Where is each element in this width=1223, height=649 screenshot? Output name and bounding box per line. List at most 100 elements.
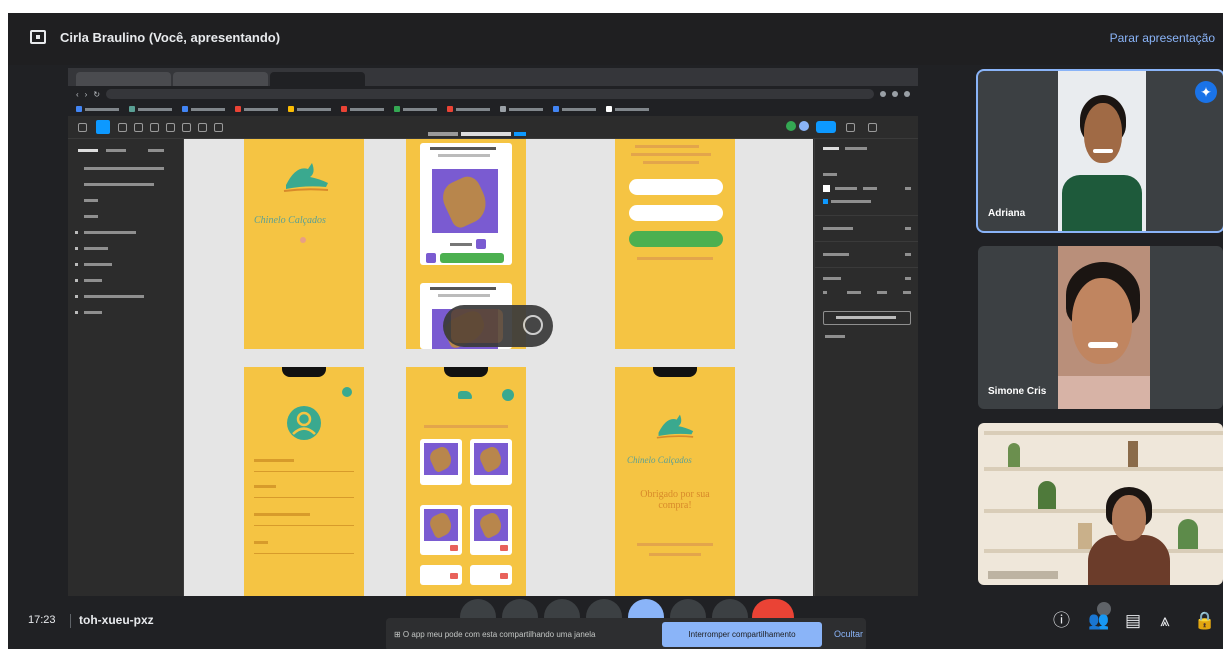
shape-tool-icon[interactable] bbox=[134, 123, 143, 132]
password-field[interactable] bbox=[629, 205, 723, 221]
participant-tile[interactable]: ✦ Adriana bbox=[978, 71, 1223, 231]
design-tab[interactable] bbox=[823, 147, 839, 150]
frame-icon bbox=[75, 247, 78, 250]
participant-tile[interactable] bbox=[978, 423, 1223, 585]
divider bbox=[70, 614, 71, 628]
sharing-notice-text: ⊞ O app meu pode com esta compartilhando… bbox=[394, 630, 596, 639]
export-checkbox[interactable] bbox=[823, 199, 828, 204]
figma-file-name[interactable] bbox=[428, 123, 538, 136]
bookmark-item[interactable] bbox=[553, 106, 596, 112]
back-icon[interactable]: ‹ bbox=[76, 90, 79, 99]
cart-button[interactable] bbox=[426, 253, 436, 263]
export-button[interactable] bbox=[823, 311, 911, 325]
host-controls-icon[interactable]: 🔒 bbox=[1194, 611, 1215, 631]
pin-icon[interactable]: ✦ bbox=[1195, 81, 1217, 103]
bookmark-item[interactable] bbox=[447, 106, 490, 112]
quantity-button[interactable] bbox=[476, 239, 486, 249]
resources-icon[interactable] bbox=[182, 123, 191, 132]
catalog-item[interactable] bbox=[420, 565, 462, 585]
move-tool-icon[interactable] bbox=[96, 120, 110, 134]
url-field[interactable] bbox=[106, 89, 874, 99]
bookmark-item[interactable] bbox=[129, 106, 172, 112]
product-card[interactable] bbox=[420, 143, 512, 265]
catalog-item[interactable] bbox=[470, 505, 512, 555]
figma-canvas[interactable]: Chinelo Calçados Chinelo Calçados Obriga… bbox=[184, 139, 813, 596]
text-tool-icon[interactable] bbox=[166, 123, 175, 132]
bookmark-item[interactable] bbox=[288, 106, 331, 112]
layer-item[interactable] bbox=[84, 263, 112, 266]
pen-tool-icon[interactable] bbox=[150, 123, 159, 132]
assets-tab[interactable] bbox=[106, 149, 126, 152]
layer-item[interactable] bbox=[84, 199, 98, 202]
profile-icon[interactable] bbox=[892, 91, 898, 97]
layer-item[interactable] bbox=[84, 231, 136, 234]
frame-icon bbox=[75, 295, 78, 298]
bookmark-item[interactable] bbox=[606, 106, 649, 112]
design-frame-thanks[interactable]: Chinelo Calçados Obrigado por sua compra… bbox=[615, 367, 735, 596]
stop-presenting-button[interactable]: Parar apresentação bbox=[1110, 31, 1215, 45]
catalog-item[interactable] bbox=[470, 439, 512, 485]
figma-menu-icon[interactable] bbox=[78, 123, 87, 132]
user-avatar-icon bbox=[287, 406, 321, 440]
sharing-notice: ⊞ O app meu pode com esta compartilhando… bbox=[386, 618, 866, 649]
frame-icon bbox=[75, 279, 78, 282]
browser-tab[interactable] bbox=[76, 72, 171, 86]
participant-tile[interactable]: Simone Cris bbox=[978, 246, 1223, 409]
bookmark-item[interactable] bbox=[394, 106, 437, 112]
bookmark-item[interactable] bbox=[182, 106, 225, 112]
bookmark-item[interactable] bbox=[76, 106, 119, 112]
activities-icon[interactable]: ⩓ bbox=[1160, 611, 1170, 631]
buy-button[interactable] bbox=[440, 253, 504, 263]
figma-share-button[interactable] bbox=[816, 121, 836, 133]
catalog-item[interactable] bbox=[420, 505, 462, 555]
comment-tool-icon[interactable] bbox=[214, 123, 223, 132]
layer-item[interactable] bbox=[84, 247, 108, 250]
bookmark-item[interactable] bbox=[341, 106, 384, 112]
participant-video bbox=[1058, 246, 1150, 409]
expand-view-icon[interactable] bbox=[523, 315, 543, 335]
catalog-item[interactable] bbox=[470, 565, 512, 585]
people-icon[interactable]: 👥 bbox=[1088, 611, 1109, 631]
background-swatch[interactable] bbox=[823, 185, 830, 192]
self-view-video bbox=[451, 309, 503, 343]
extension-icon[interactable] bbox=[880, 91, 886, 97]
design-frame-login[interactable] bbox=[615, 139, 735, 349]
bookmark-item[interactable] bbox=[500, 106, 543, 112]
layer-item[interactable] bbox=[84, 215, 98, 218]
loading-dot-icon bbox=[300, 237, 306, 243]
layer-item[interactable] bbox=[84, 183, 154, 186]
frame-tool-icon[interactable] bbox=[118, 123, 127, 132]
login-button[interactable] bbox=[629, 231, 723, 247]
add-style-icon[interactable] bbox=[905, 253, 911, 256]
sandal-logo-icon bbox=[283, 163, 329, 192]
add-style-icon[interactable] bbox=[905, 227, 911, 230]
browser-tab[interactable] bbox=[173, 72, 268, 86]
bookmark-item[interactable] bbox=[235, 106, 278, 112]
catalog-item[interactable] bbox=[420, 439, 462, 485]
meeting-details-icon[interactable]: ⓘ bbox=[1053, 611, 1070, 631]
profile-field-label bbox=[254, 485, 276, 488]
layer-item[interactable] bbox=[84, 167, 164, 170]
layer-item[interactable] bbox=[84, 279, 102, 282]
design-frame-catalog[interactable] bbox=[406, 367, 526, 596]
layer-item[interactable] bbox=[84, 311, 102, 314]
menu-icon[interactable] bbox=[904, 91, 910, 97]
forward-icon[interactable]: › bbox=[85, 90, 88, 99]
figma-properties-panel bbox=[814, 139, 918, 596]
layers-tab[interactable] bbox=[78, 149, 98, 152]
browser-tab[interactable] bbox=[270, 72, 365, 86]
design-frame-profile[interactable] bbox=[244, 367, 364, 596]
hand-tool-icon[interactable] bbox=[198, 123, 207, 132]
prototype-tab[interactable] bbox=[845, 147, 867, 150]
play-prototype-icon[interactable] bbox=[846, 123, 855, 132]
chat-icon[interactable]: ▤ bbox=[1125, 611, 1141, 631]
stop-sharing-button[interactable]: Interromper compartilhamento bbox=[662, 622, 822, 647]
floating-self-view[interactable] bbox=[443, 305, 553, 347]
page-selector[interactable] bbox=[148, 149, 164, 152]
layer-item[interactable] bbox=[84, 295, 144, 298]
dismiss-notice-button[interactable]: Ocultar bbox=[834, 629, 863, 639]
email-field[interactable] bbox=[629, 179, 723, 195]
design-frame-splash[interactable]: Chinelo Calçados bbox=[244, 139, 364, 349]
reload-icon[interactable]: ↻ bbox=[93, 90, 100, 99]
zoom-icon[interactable] bbox=[868, 123, 877, 132]
